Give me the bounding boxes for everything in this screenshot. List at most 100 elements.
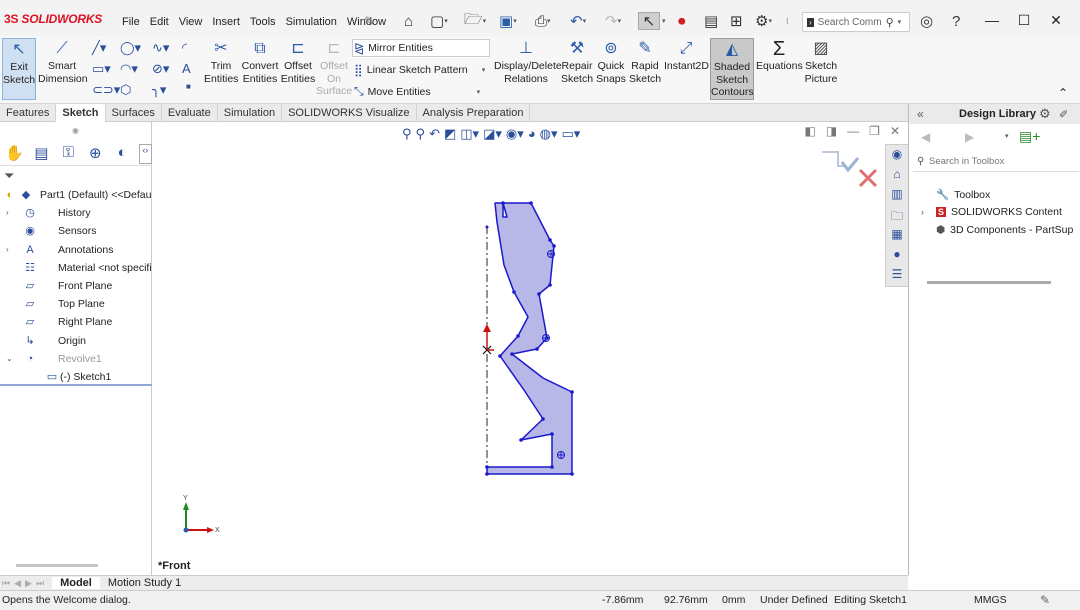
unit-system[interactable]: MMGS (974, 591, 1007, 609)
back-icon[interactable]: ◀ (921, 130, 930, 144)
gear-icon[interactable]: ⚙ ▾ (755, 12, 772, 30)
tree-item[interactable]: ↳ Origin (0, 332, 152, 350)
sketch-fillet-icon[interactable]: ◜ (182, 40, 187, 56)
design-library-scrollbar[interactable] (927, 281, 1051, 284)
tree-item[interactable]: ◐ ◆ Part1 (Default) <<Defaul (0, 186, 152, 204)
display-delete-relations-button[interactable]: ⊥ Display/Delete Relations (494, 38, 562, 85)
tab-surfaces[interactable]: Surfaces (106, 104, 162, 122)
tree-item[interactable]: ▱ Top Plane (0, 295, 152, 313)
menu-edit[interactable]: Edit (145, 16, 174, 28)
tab-analysis-preparation[interactable]: Analysis Preparation (417, 104, 531, 122)
quick-snaps-button[interactable]: ⊚ Quick Snaps (596, 38, 626, 85)
expand-icon[interactable]: ⌄ (6, 350, 13, 368)
appearances-icon[interactable]: ● (888, 247, 906, 264)
status-options-icon[interactable]: ✎ (1040, 591, 1050, 609)
doc-close-icon[interactable]: ✕ (890, 124, 900, 138)
undo-icon[interactable]: ↶ ▾ (570, 12, 586, 30)
horizontal-scrollbar[interactable] (16, 564, 98, 567)
next-tab-icon[interactable]: ▶ (23, 578, 34, 589)
spline-icon[interactable]: ∿▾ (152, 40, 169, 56)
point-icon[interactable]: ■ (186, 82, 191, 91)
property-manager-tab-icon[interactable]: ▤ (31, 144, 52, 164)
rollback-bar[interactable] (0, 384, 152, 386)
dimxpert-tab-icon[interactable]: ⊕ (85, 144, 106, 164)
tree-item[interactable]: ☷ Material <not specified> (0, 259, 152, 277)
expand-icon[interactable]: › (6, 241, 9, 259)
last-tab-icon[interactable]: ⏭ (34, 578, 46, 589)
circle-icon[interactable]: ◯▾ (120, 40, 141, 56)
menu-insert[interactable]: Insert (207, 16, 245, 28)
trim-entities-button[interactable]: ✂ Trim Entities (204, 38, 238, 85)
caret-icon[interactable]: ▾ (662, 12, 666, 30)
tab-model[interactable]: Model (52, 577, 100, 589)
app-logo[interactable]: 3S SOLIDWORKS (4, 12, 102, 26)
menu-file[interactable]: File (117, 16, 145, 28)
sketch-origin[interactable] (482, 324, 494, 355)
add-to-library-icon[interactable]: ▤+ (1019, 128, 1040, 145)
feature-manager-tab-icon[interactable]: ✋ (4, 144, 25, 164)
design-library-item[interactable]: › S SOLIDWORKS Content (921, 206, 1062, 218)
menu-tools[interactable]: Tools (245, 16, 281, 28)
design-library-item[interactable]: ⬢ 3D Components - PartSup (921, 224, 1073, 236)
arc-icon[interactable]: ◠▾ (120, 61, 138, 77)
rectangle-icon[interactable]: ▭▾ (92, 61, 111, 77)
pane-settings-icon[interactable]: ⚙ (1039, 106, 1051, 122)
forward-icon[interactable]: ▶ (965, 130, 974, 144)
graphics-area[interactable]: ⚲ ⚲ ↶ ◩ ◫▾ ◪▾ ◉▾ ◕ ◍▾ ▭▾ ◧ ◨ — ❐ ✕ ◉ ⌂ ▥… (152, 122, 909, 575)
ellipse-icon[interactable]: ⊘▾ (152, 61, 169, 77)
offset-on-surface-button[interactable]: ⊏ Offset On Surface (316, 38, 352, 98)
instant2d-button[interactable]: ⤢ Instant2D (664, 38, 709, 73)
configuration-manager-tab-icon[interactable]: ⚿ (58, 144, 79, 164)
sketch-picture-button[interactable]: ▨ Sketch Picture (802, 38, 840, 85)
file-properties-icon[interactable]: ▤ (704, 12, 718, 30)
tree-item[interactable]: › A Annotations (0, 241, 152, 259)
tab-motion-study[interactable]: Motion Study 1 (100, 577, 189, 589)
expand-icon[interactable]: › (6, 204, 9, 222)
collapse-ribbon-icon[interactable]: ⌃ (1058, 86, 1068, 100)
filter-icon[interactable]: ⏷ (4, 168, 14, 184)
mirror-entities-button[interactable]: ⧎ Mirror Entities (354, 41, 433, 55)
new-document-icon[interactable]: ▢ ▾ (430, 12, 448, 30)
move-entities-button[interactable]: ⤡ Move Entities ▾ (354, 84, 480, 99)
tabs-scroll-icon[interactable]: ‹› (138, 143, 153, 164)
options-icon[interactable]: ⊞ (730, 12, 743, 30)
slot-icon[interactable]: ⊂⊃▾ (92, 82, 120, 98)
toolbox-search-input[interactable]: Search in Toolbox (913, 156, 1079, 172)
tree-item[interactable]: ⌄ ◔ Revolve1 (0, 350, 152, 368)
prev-tab-icon[interactable]: ◀ (12, 578, 23, 589)
history-caret-icon[interactable]: ▾ (1005, 132, 1009, 140)
redo-icon[interactable]: ↷ ▾ (605, 12, 621, 30)
design-library-item[interactable]: 🔧 Toolbox (921, 188, 990, 202)
pin-icon[interactable]: ✎ (364, 12, 374, 30)
tab-sketch[interactable]: Sketch (56, 104, 106, 122)
equations-button[interactable]: Σ Equations (756, 38, 803, 73)
fillet-icon[interactable]: ╮▾ (152, 82, 166, 98)
open-folder-icon[interactable]: 🗁 ▾ (464, 11, 486, 30)
expand-icon[interactable]: › (921, 207, 931, 217)
tree-item[interactable]: ▱ Front Plane (0, 277, 152, 295)
repair-sketch-button[interactable]: ⚒ Repair Sketch (560, 38, 594, 85)
exit-sketch-button[interactable]: ↖ Exit Sketch (2, 38, 36, 100)
first-tab-icon[interactable]: ⏮ (0, 578, 12, 589)
offset-entities-button[interactable]: ⊏ Offset Entities (280, 38, 316, 85)
home-icon[interactable]: ⌂ (404, 12, 413, 30)
rapid-sketch-button[interactable]: ✎ Rapid Sketch (629, 38, 661, 85)
home-pane-icon[interactable]: ⌂ (888, 167, 906, 184)
display-manager-tab-icon[interactable]: ◐ (112, 144, 133, 164)
help-icon[interactable]: ? (952, 12, 960, 30)
view-palette-icon[interactable]: ▦ (888, 227, 906, 244)
sketch-profile-region[interactable] (486, 202, 573, 475)
more-icon[interactable]: ⁝ (786, 12, 789, 30)
menu-simulation[interactable]: Simulation (281, 16, 342, 28)
convert-entities-button[interactable]: ⧉ Convert Entities (240, 38, 280, 85)
text-icon[interactable]: A (182, 61, 191, 76)
linear-pattern-button[interactable]: ⣿ Linear Sketch Pattern ▾ (354, 63, 485, 77)
design-library-icon[interactable]: ▥ (888, 187, 906, 204)
minimize-icon[interactable]: — (982, 12, 1002, 30)
maximize-icon[interactable]: ☐ (1014, 12, 1034, 30)
rebuild-icon[interactable]: ⏺ (678, 12, 686, 30)
panel-grip-icon[interactable]: ◉ (72, 126, 79, 135)
sketch-canvas[interactable]: Y X (152, 122, 885, 575)
command-search[interactable]: › Search Comm ⚲ ▾ (802, 12, 910, 32)
tab-visualize[interactable]: SOLIDWORKS Visualize (282, 104, 417, 122)
